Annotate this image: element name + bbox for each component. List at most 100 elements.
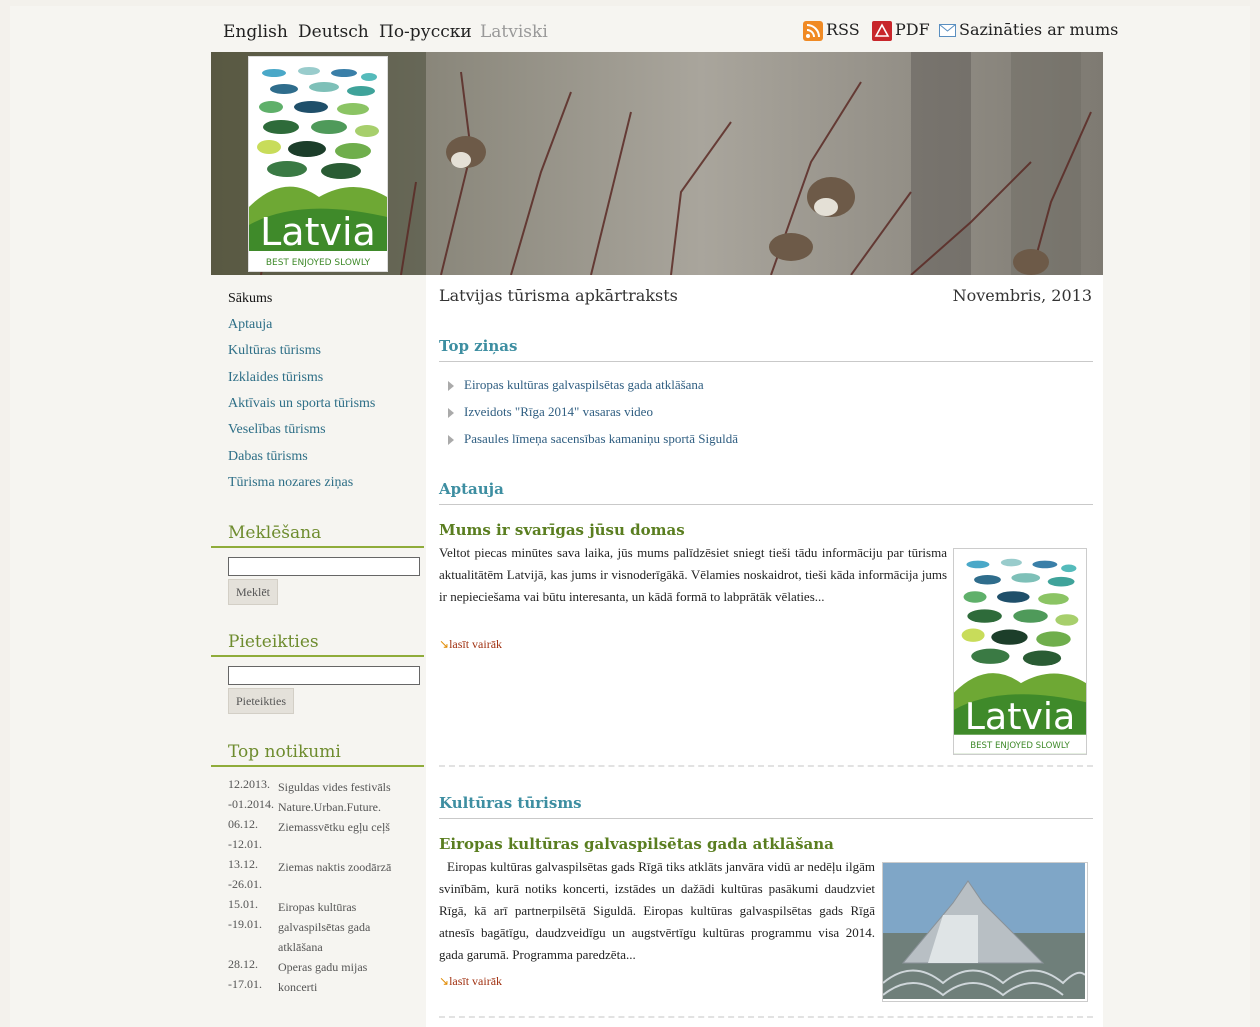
culture-article-title[interactable]: Eiropas kultūras galvaspilsētas gada atk… <box>439 835 834 853</box>
triangle-bullet-icon <box>448 381 454 392</box>
rss-label: RSS <box>826 20 860 39</box>
culture-thumbnail[interactable] <box>882 862 1088 1002</box>
nav-item-izklaides-turisms[interactable]: Izklaides tūrisms <box>228 370 323 386</box>
lang-english[interactable]: English <box>223 22 288 42</box>
rss-icon <box>803 20 823 41</box>
culture-article-text: Eiropas kultūras galvaspilsētas gads Rīg… <box>439 859 875 962</box>
newsletter-date: Novembris, 2013 <box>952 286 1092 305</box>
pdf-label: PDF <box>895 20 930 39</box>
sidebar: Sākums Aptauja Kultūras tūrisms Izklaide… <box>211 275 426 1027</box>
survey-heading: Aptauja <box>439 480 504 498</box>
top-news-heading: Top ziņas <box>439 337 518 355</box>
event-title: atklāšana <box>278 940 323 954</box>
top-news-item[interactable]: Izveidots "Rīga 2014" vasaras video <box>448 404 653 420</box>
event-row[interactable]: -01.2014. Nature.Urban.Future. <box>228 797 418 817</box>
contact-label: Sazināties ar mums <box>959 20 1119 39</box>
event-row[interactable]: 13.12. Ziemas naktis zoodārzā <box>228 857 418 877</box>
read-more-label: lasīt vairāk <box>449 637 503 651</box>
top-news-label: Pasaules līmeņa sacensības kamaniņu spor… <box>464 431 739 446</box>
nav-item-veselibas-turisms[interactable]: Veselības tūrisms <box>228 422 326 438</box>
envelope-icon <box>939 24 956 37</box>
nav-item-aptauja[interactable]: Aptauja <box>228 317 272 333</box>
pdf-link[interactable]: PDF <box>872 20 930 41</box>
logo-tagline: BEST ENJOYED SLOWLY <box>970 741 1070 751</box>
event-title: galvaspilsētas gada <box>278 920 371 934</box>
event-row[interactable]: 06.12. Ziemassvētku egļu ceļš <box>228 817 418 837</box>
logo-word: Latvia <box>965 695 1076 738</box>
search-button[interactable]: Meklēt <box>228 579 278 605</box>
arrow-icon: ↘ <box>439 974 450 988</box>
event-date: -19.01. <box>228 917 262 931</box>
top-news-item[interactable]: Pasaules līmeņa sacensības kamaniņu spor… <box>448 431 738 447</box>
event-row[interactable]: -12.01. <box>228 837 418 857</box>
survey-read-more-link[interactable]: ↘lasīt vairāk <box>439 637 502 652</box>
contact-link[interactable]: Sazināties ar mums <box>939 20 1118 39</box>
event-date: -17.01. <box>228 977 262 991</box>
event-date: 15.01. <box>228 897 258 911</box>
event-date: -01.2014. <box>228 797 274 811</box>
subscribe-input[interactable] <box>228 666 420 685</box>
rss-link[interactable]: RSS <box>803 20 860 41</box>
top-news-divider <box>439 361 1093 362</box>
event-row[interactable]: -26.01. <box>228 877 418 897</box>
event-row[interactable]: -19.01. galvaspilsētas gada <box>228 917 418 937</box>
event-row[interactable]: atklāšana <box>228 937 418 957</box>
event-title: Ziemas naktis zoodārzā <box>278 860 392 874</box>
event-date: 12.2013. <box>228 777 270 791</box>
event-title: koncerti <box>278 980 318 994</box>
subscribe-divider <box>211 655 424 657</box>
event-date: 28.12. <box>228 957 258 971</box>
top-news-label: Eiropas kultūras galvaspilsētas gada atk… <box>464 377 704 392</box>
section-separator <box>439 765 1093 767</box>
event-date: 06.12. <box>228 817 258 831</box>
triangle-bullet-icon <box>448 408 454 419</box>
survey-article-text: Veltot piecas minūtes sava laika, jūs mu… <box>439 545 947 604</box>
lang-russian[interactable]: По-русски <box>379 22 472 42</box>
event-title: Eiropas kultūras <box>278 900 357 914</box>
newsletter-title: Latvijas tūrisma apkārtraksts <box>439 286 678 305</box>
nav-item-dabas-turisms[interactable]: Dabas tūrisms <box>228 449 308 465</box>
search-heading: Meklēšana <box>228 523 322 543</box>
nav-item-nozares-zinas[interactable]: Tūrisma nozares ziņas <box>228 475 353 491</box>
arrow-icon: ↘ <box>439 637 450 651</box>
event-date: -26.01. <box>228 877 262 891</box>
lang-deutsch[interactable]: Deutsch <box>298 22 369 42</box>
subscribe-heading: Pieteikties <box>228 632 319 652</box>
event-date: 13.12. <box>228 857 258 871</box>
culture-divider <box>439 818 1093 819</box>
search-divider <box>211 546 424 548</box>
event-row[interactable]: 28.12. Operas gadu mijas <box>228 957 418 977</box>
main-content: Latvijas tūrisma apkārtraksts Novembris,… <box>426 275 1103 1027</box>
nav-item-kulturas-turisms[interactable]: Kultūras tūrisms <box>228 343 321 359</box>
header-banner: Latvia BEST ENJOYED SLOWLY <box>211 52 1103 275</box>
library-building-photo <box>882 863 1086 999</box>
culture-read-more-link[interactable]: ↘lasīt vairāk <box>439 974 502 989</box>
survey-thumbnail[interactable]: Latvia BEST ENJOYED SLOWLY <box>953 548 1087 755</box>
lang-latvian[interactable]: Latviski <box>480 22 548 42</box>
event-title: Operas gadu mijas <box>278 960 368 974</box>
events-divider <box>211 765 424 767</box>
latvia-logo-graphic: Latvia BEST ENJOYED SLOWLY <box>954 558 1086 754</box>
culture-heading: Kultūras tūrisms <box>439 794 582 812</box>
subscribe-button[interactable]: Pieteikties <box>228 688 294 714</box>
latvia-logo[interactable]: Latvia BEST ENJOYED SLOWLY <box>248 56 388 272</box>
survey-divider <box>439 504 1093 505</box>
page-background: English Deutsch По-русски Latviski RSS P… <box>10 6 1250 1027</box>
event-row[interactable]: 15.01. Eiropas kultūras <box>228 897 418 917</box>
event-title: Nature.Urban.Future. <box>278 800 381 814</box>
pdf-icon <box>872 20 892 41</box>
search-input[interactable] <box>228 557 420 576</box>
event-title: Siguldas vides festivāls <box>278 780 391 794</box>
survey-article-title[interactable]: Mums ir svarīgas jūsu domas <box>439 521 685 539</box>
latvia-logo-graphic: Latvia BEST ENJOYED SLOWLY <box>249 67 387 271</box>
nav-item-aktivais-turisms[interactable]: Aktīvais un sporta tūrisms <box>228 396 375 412</box>
nav-item-sakums[interactable]: Sākums <box>228 291 272 307</box>
logo-tagline: BEST ENJOYED SLOWLY <box>266 258 371 268</box>
section-separator <box>439 1016 1093 1018</box>
top-news-item[interactable]: Eiropas kultūras galvaspilsētas gada atk… <box>448 377 704 393</box>
event-row[interactable]: 12.2013. Siguldas vides festivāls <box>228 777 418 797</box>
page-container: English Deutsch По-русски Latviski RSS P… <box>211 6 1118 1027</box>
event-row[interactable]: -17.01. koncerti <box>228 977 418 997</box>
logo-word: Latvia <box>260 210 376 254</box>
top-news-label: Izveidots "Rīga 2014" vasaras video <box>464 404 653 419</box>
